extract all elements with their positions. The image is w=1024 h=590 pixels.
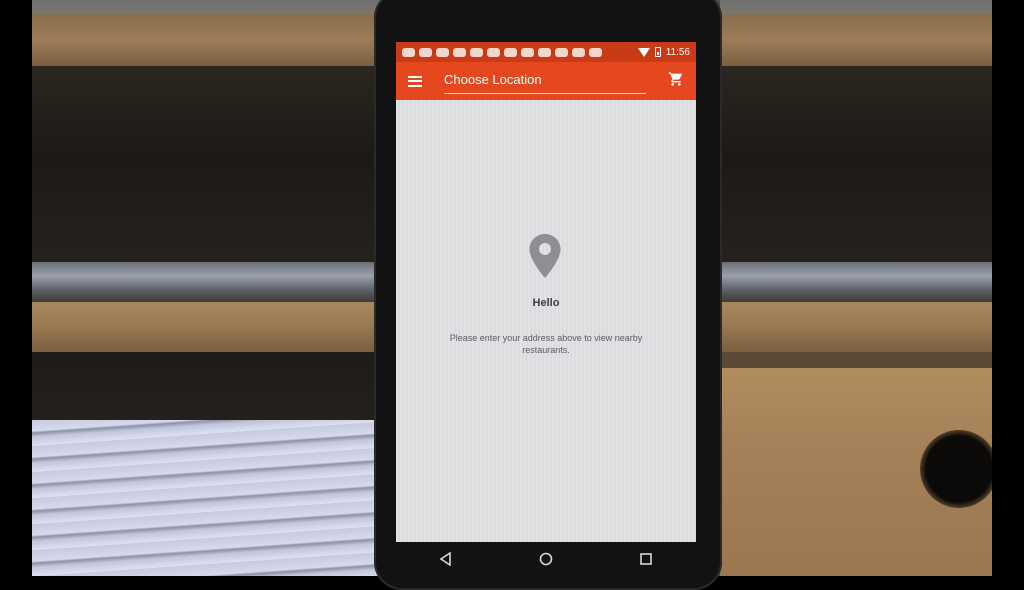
location-pin-icon <box>529 234 561 283</box>
notification-icon <box>572 47 585 57</box>
notification-icon <box>538 47 551 57</box>
shelf-board <box>720 302 992 352</box>
drawer-handle-hole <box>920 430 992 508</box>
shelf-board <box>720 0 992 66</box>
right-shelf <box>720 0 992 576</box>
home-icon[interactable] <box>536 549 556 569</box>
paper-stack <box>720 262 992 302</box>
status-indicators: 11:56 <box>637 46 690 58</box>
cart-icon[interactable] <box>668 71 684 92</box>
back-icon[interactable] <box>436 549 456 569</box>
menu-icon[interactable] <box>408 75 422 87</box>
wifi-icon <box>637 47 650 57</box>
shelf-board <box>32 302 382 352</box>
system-nav-bar <box>396 542 696 576</box>
paper-stack <box>32 262 382 302</box>
notification-icon <box>504 47 517 57</box>
notification-icon <box>402 47 415 57</box>
empty-state-title: Hello <box>532 297 560 309</box>
notification-icon <box>470 47 483 57</box>
notification-icon <box>555 47 568 57</box>
shelf-gap <box>720 66 992 271</box>
notification-icon <box>453 47 466 57</box>
notification-icon <box>436 47 449 57</box>
phone-screen: 11:56 Hello Please enter your address ab… <box>396 42 696 542</box>
recents-icon[interactable] <box>636 549 656 569</box>
status-bar: 11:56 <box>396 42 696 62</box>
drawer-front <box>720 368 992 576</box>
empty-state-message: Please enter your address above to view … <box>449 333 643 355</box>
shelf-board <box>32 0 382 66</box>
paper-stack <box>32 420 382 576</box>
app-bar <box>396 62 696 100</box>
notification-icon <box>521 47 534 57</box>
notification-icon <box>589 47 602 57</box>
notification-icon <box>487 47 500 57</box>
battery-icon <box>654 47 661 57</box>
left-shelf <box>32 0 382 576</box>
shelf-gap <box>32 66 382 271</box>
notification-icons <box>402 47 606 57</box>
empty-state: Hello Please enter your address above to… <box>396 100 696 542</box>
status-time: 11:56 <box>665 46 690 58</box>
notification-icon <box>419 47 432 57</box>
location-input[interactable] <box>444 68 646 94</box>
